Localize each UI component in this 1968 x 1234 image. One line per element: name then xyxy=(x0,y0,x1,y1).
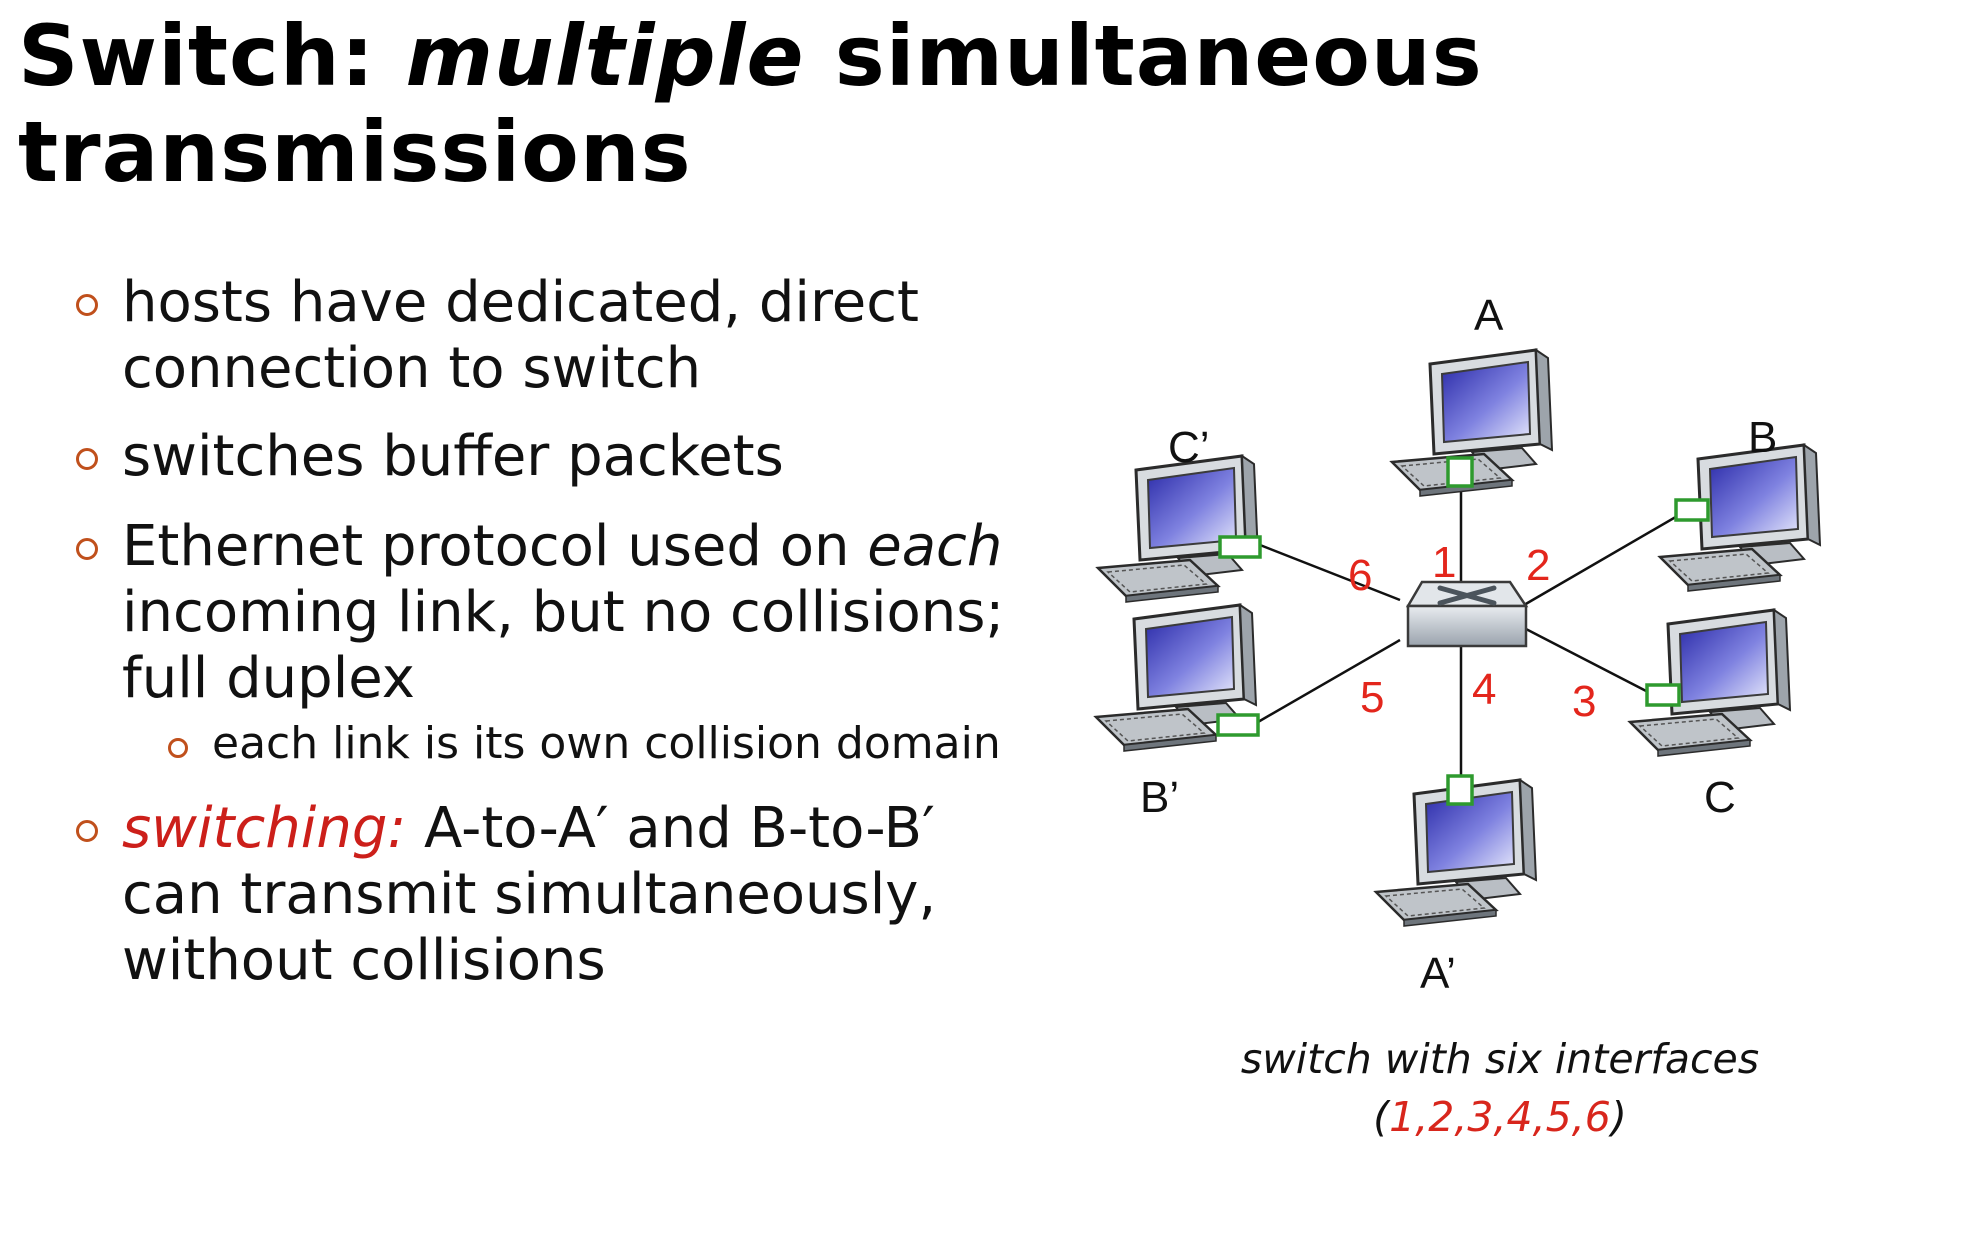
link-6 xyxy=(1259,543,1401,602)
computer-icon-C xyxy=(1628,608,1792,758)
port-icon-B xyxy=(1674,498,1710,522)
interface-number-6: 6 xyxy=(1348,551,1372,600)
host-label-C-prime: C’ xyxy=(1168,423,1210,472)
host-label-A-prime: A’ xyxy=(1420,949,1456,998)
host-label-C: C xyxy=(1704,773,1736,822)
computer-icon-C-prime xyxy=(1096,454,1260,604)
port-icon-A xyxy=(1446,456,1474,488)
port-icon-B-prime xyxy=(1216,713,1260,737)
host-label-B: B xyxy=(1748,413,1777,462)
host-label-B-prime: B’ xyxy=(1140,773,1179,822)
caption-interface-numbers: 1,2,3,4,5,6 xyxy=(1389,1093,1611,1141)
interface-number-4: 4 xyxy=(1472,665,1496,714)
diagram-caption: switch with six interfaces (1,2,3,4,5,6) xyxy=(1240,1035,1760,1141)
interface-number-5: 5 xyxy=(1360,673,1384,722)
port-icon-C xyxy=(1645,683,1681,707)
port-icon-C-prime xyxy=(1218,535,1262,559)
port-icon-A-prime xyxy=(1446,774,1474,806)
interface-number-3: 3 xyxy=(1572,677,1596,726)
interface-number-1: 1 xyxy=(1432,538,1456,587)
host-label-A: A xyxy=(1474,291,1504,340)
switch-icon xyxy=(1405,580,1529,648)
interface-number-2: 2 xyxy=(1526,541,1550,590)
